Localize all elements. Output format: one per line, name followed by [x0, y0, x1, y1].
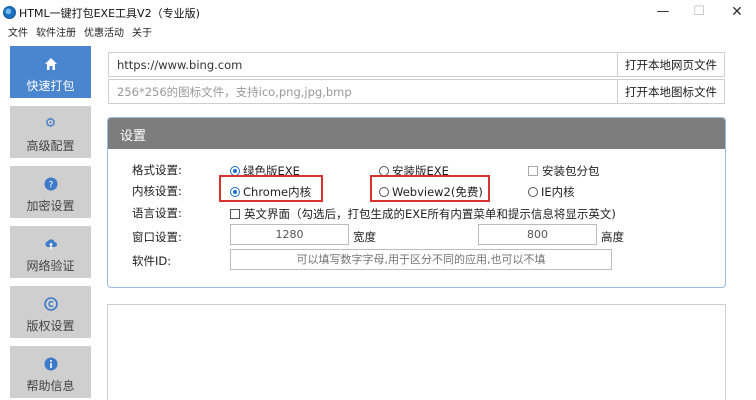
kernel-ie-option[interactable]: IE内核 [528, 184, 575, 200]
menu-file[interactable]: 文件 [8, 24, 28, 39]
sidebar-item-help[interactable]: 帮助信息 [10, 346, 91, 400]
language-label: 语言设置: [132, 206, 182, 220]
sidebar-item-label: 网络验证 [26, 259, 75, 273]
checkbox-unchecked-icon [528, 166, 538, 176]
icon-row: 打开本地图标文件 [108, 79, 725, 104]
minimize-button[interactable]: — [648, 2, 678, 22]
upload-cloud-icon [44, 237, 58, 251]
sidebar-item-label: 帮助信息 [26, 379, 75, 393]
sidebar-item-copyright[interactable]: 版权设置 [10, 286, 91, 342]
height-unit-label: 高度 [601, 230, 624, 244]
radio-checked-icon [230, 187, 240, 197]
icon-path-input[interactable] [109, 80, 617, 103]
window-size-label: 窗口设置: [132, 230, 182, 244]
sidebar-item-label: 加密设置 [26, 199, 75, 213]
kernel-label: 内核设置: [132, 184, 182, 198]
menu-promotions[interactable]: 优惠活动 [84, 24, 124, 39]
url-row: 打开本地网页文件 [108, 52, 725, 77]
software-id-label: 软件ID: [132, 254, 172, 268]
menu-bar: 文件 软件注册 优惠活动 关于 [0, 22, 756, 40]
format-split-package-option[interactable]: 安装包分包 [528, 163, 600, 179]
maximize-button[interactable]: ☐ [684, 2, 714, 22]
sidebar-item-label: 高级配置 [26, 139, 75, 153]
sidebar-item-quick-pack[interactable]: 快速打包 [10, 46, 91, 102]
help-circle-icon: ? [44, 177, 58, 191]
title-bar: HTML一键打包EXE工具V2（专业版) — ☐ ✕ [0, 0, 756, 24]
sidebar-item-encryption[interactable]: ? 加密设置 [10, 166, 91, 222]
software-id-input[interactable] [230, 249, 612, 270]
sidebar-item-label: 快速打包 [26, 79, 75, 93]
output-log-area[interactable] [107, 304, 726, 400]
settings-title: 设置 [120, 129, 147, 144]
window-width-input[interactable] [230, 224, 349, 245]
close-button[interactable]: ✕ [722, 2, 752, 22]
open-local-webpage-button[interactable]: 打开本地网页文件 [617, 53, 724, 76]
copyright-icon [43, 297, 58, 311]
settings-header: 设置 [108, 118, 725, 149]
width-unit-label: 宽度 [353, 230, 376, 244]
sidebar-item-advanced[interactable]: ⚙ 高级配置 [10, 106, 91, 162]
kernel-chrome-option[interactable]: Chrome内核 [230, 184, 311, 200]
app-logo-icon [3, 6, 16, 19]
format-label: 格式设置: [132, 163, 182, 177]
kernel-webview2-option[interactable]: Webview2(免费) [379, 184, 483, 200]
svg-text:?: ? [48, 181, 53, 191]
home-icon [44, 57, 58, 71]
sidebar-item-network-auth[interactable]: 网络验证 [10, 226, 91, 282]
menu-register[interactable]: 软件注册 [36, 24, 76, 39]
radio-unchecked-icon [528, 187, 538, 197]
window-title: HTML一键打包EXE工具V2（专业版) [19, 7, 200, 20]
gear-icon: ⚙ [44, 116, 57, 131]
window-height-input[interactable] [478, 224, 597, 245]
url-input[interactable] [109, 53, 617, 76]
sidebar-item-label: 版权设置 [26, 319, 75, 333]
open-local-icon-button[interactable]: 打开本地图标文件 [617, 80, 724, 103]
settings-panel: 设置 格式设置: 绿色版EXE 安装版EXE 安装包分包 内核设置: Chrom… [107, 117, 726, 288]
sidebar: 快速打包 ⚙ 高级配置 ? 加密设置 网络验证 版权设置 帮助信息 [10, 46, 91, 400]
checkbox-unchecked-icon [230, 209, 240, 219]
menu-about[interactable]: 关于 [132, 24, 152, 39]
info-icon [44, 357, 58, 371]
radio-unchecked-icon [379, 187, 389, 197]
english-ui-option[interactable]: 英文界面（勾选后，打包生成的EXE所有内置菜单和提示信息将显示英文) [230, 206, 616, 222]
